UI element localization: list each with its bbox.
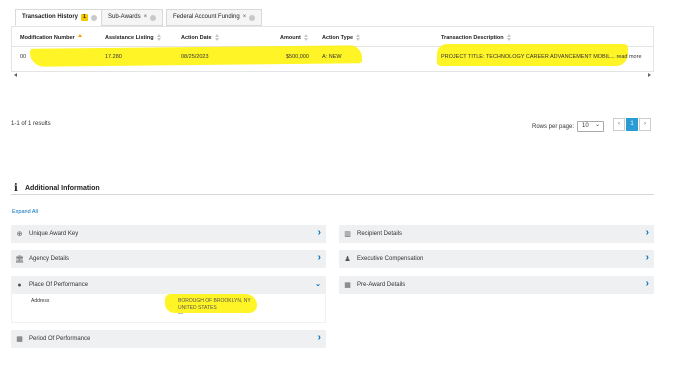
sort-icon[interactable]: [303, 34, 309, 41]
tab-label: Transaction History: [22, 14, 79, 20]
description-text: PROJECT TITLE: TECHNOLOGY CAREER ADVANCE…: [441, 54, 615, 60]
chevron-down-icon[interactable]: ⌄: [315, 280, 321, 288]
sort-icon[interactable]: [506, 34, 512, 41]
count-badge: 1: [81, 14, 88, 21]
chevron-right-icon[interactable]: ›: [646, 278, 649, 289]
tab-federal-account-funding[interactable]: Federal Account Funding ×: [166, 9, 263, 26]
address-line-1: BOROUGH OF BROOKLYN, NY: [178, 298, 251, 304]
header-label: Transaction Description: [441, 34, 504, 41]
scroll-left-icon[interactable]: [14, 73, 17, 77]
info-icon: i: [14, 183, 18, 194]
section-divider: [11, 194, 654, 195]
panel-unique-award-key[interactable]: ⊕ Unique Award Key ›: [11, 225, 326, 243]
bank-icon: 🏛: [15, 256, 24, 263]
panel-label: Executive Compensation: [357, 256, 424, 262]
panel-label: Place Of Performance: [29, 282, 89, 288]
info-icon[interactable]: [150, 14, 157, 21]
header-label: Action Type: [322, 34, 354, 41]
cell-assistance-listing: 17.280: [105, 54, 122, 60]
map-pin-icon: ●: [17, 281, 22, 289]
header-label: Action Date: [181, 34, 212, 41]
sort-icon[interactable]: [214, 34, 220, 41]
building-icon: ▥: [344, 231, 351, 238]
cell-action-date: 08/25/2023: [181, 54, 209, 60]
sort-up-icon[interactable]: [77, 34, 83, 41]
next-page-button[interactable]: ›: [639, 118, 651, 131]
close-icon[interactable]: ×: [144, 10, 148, 25]
page-1-button[interactable]: 1: [626, 118, 638, 131]
tab-transaction-history[interactable]: Transaction History 1: [15, 9, 104, 26]
transaction-table: Modification Number Assistance Listing A…: [11, 26, 654, 72]
header-label: Modification Number: [20, 34, 75, 41]
calendar-icon: ▦: [344, 282, 351, 289]
sort-icon[interactable]: [356, 34, 361, 41]
header-label: Amount: [280, 34, 301, 41]
chevron-right-icon[interactable]: ›: [318, 227, 321, 238]
panel-label: Pre-Award Details: [357, 282, 406, 288]
read-more-link[interactable]: read more: [616, 54, 641, 60]
horizontal-scrollbar[interactable]: [11, 71, 654, 79]
cell-action-type: A: NEW: [322, 54, 342, 60]
column-header-action-date[interactable]: Action Date: [181, 34, 220, 41]
chevron-right-icon[interactable]: ›: [318, 332, 321, 343]
address-label: Address: [31, 298, 50, 304]
chevron-right-icon[interactable]: ›: [646, 227, 649, 238]
calendar-icon: ▦: [16, 336, 23, 343]
close-icon[interactable]: ×: [243, 10, 247, 25]
panel-label: Unique Award Key: [29, 231, 79, 237]
results-count: 1-1 of 1 results: [11, 121, 51, 127]
panel-executive-compensation[interactable]: ♟ Executive Compensation ›: [339, 250, 654, 268]
column-header-amount[interactable]: Amount: [280, 34, 309, 41]
expand-all-link[interactable]: Expand All: [12, 209, 38, 215]
cell-amount: $500,000: [286, 54, 309, 60]
panel-place-of-performance[interactable]: ● Place Of Performance ⌄: [11, 276, 326, 294]
header-label: Assistance Listing: [105, 34, 154, 41]
chevron-right-icon[interactable]: ›: [318, 252, 321, 263]
cell-modification-number: 00: [20, 54, 27, 60]
globe-icon: ⊕: [16, 231, 23, 238]
panel-pre-award-details[interactable]: ▦ Pre-Award Details ›: [339, 276, 654, 294]
column-header-transaction-description[interactable]: Transaction Description: [441, 34, 512, 41]
rows-per-page: Rows per page: 10: [532, 121, 605, 132]
panel-label: Recipient Details: [357, 231, 403, 237]
panel-agency-details[interactable]: 🏛 Agency Details ›: [11, 250, 326, 268]
column-header-action-type[interactable]: Action Type: [322, 34, 361, 41]
tab-label: Sub-Awards: [108, 14, 141, 20]
rows-per-page-select[interactable]: 10: [577, 121, 605, 132]
cell-transaction-description: PROJECT TITLE: TECHNOLOGY CAREER ADVANCE…: [441, 54, 642, 60]
rows-per-page-label: Rows per page:: [532, 123, 575, 130]
tab-sub-awards[interactable]: Sub-Awards ×: [101, 9, 164, 26]
panel-recipient-details[interactable]: ▥ Recipient Details ›: [339, 225, 654, 243]
panel-label: Period Of Performance: [29, 336, 91, 342]
column-header-modification-number[interactable]: Modification Number: [20, 34, 83, 41]
column-header-assistance-listing[interactable]: Assistance Listing: [105, 34, 162, 41]
address-line-3: —: [178, 311, 183, 317]
scroll-right-icon[interactable]: [648, 73, 651, 77]
panel-label: Agency Details: [29, 256, 70, 262]
info-icon[interactable]: [249, 14, 256, 21]
tab-label: Federal Account Funding: [173, 14, 240, 20]
people-icon: ♟: [344, 256, 351, 263]
chevron-right-icon[interactable]: ›: [646, 252, 649, 263]
panel-period-of-performance[interactable]: ▦ Period Of Performance ›: [11, 330, 326, 348]
info-icon[interactable]: [90, 14, 97, 21]
prev-page-button[interactable]: ‹: [613, 118, 625, 131]
sort-icon[interactable]: [156, 34, 162, 41]
section-title: Additional Information: [25, 185, 100, 192]
address-line-2: UNITED STATES: [178, 305, 217, 311]
